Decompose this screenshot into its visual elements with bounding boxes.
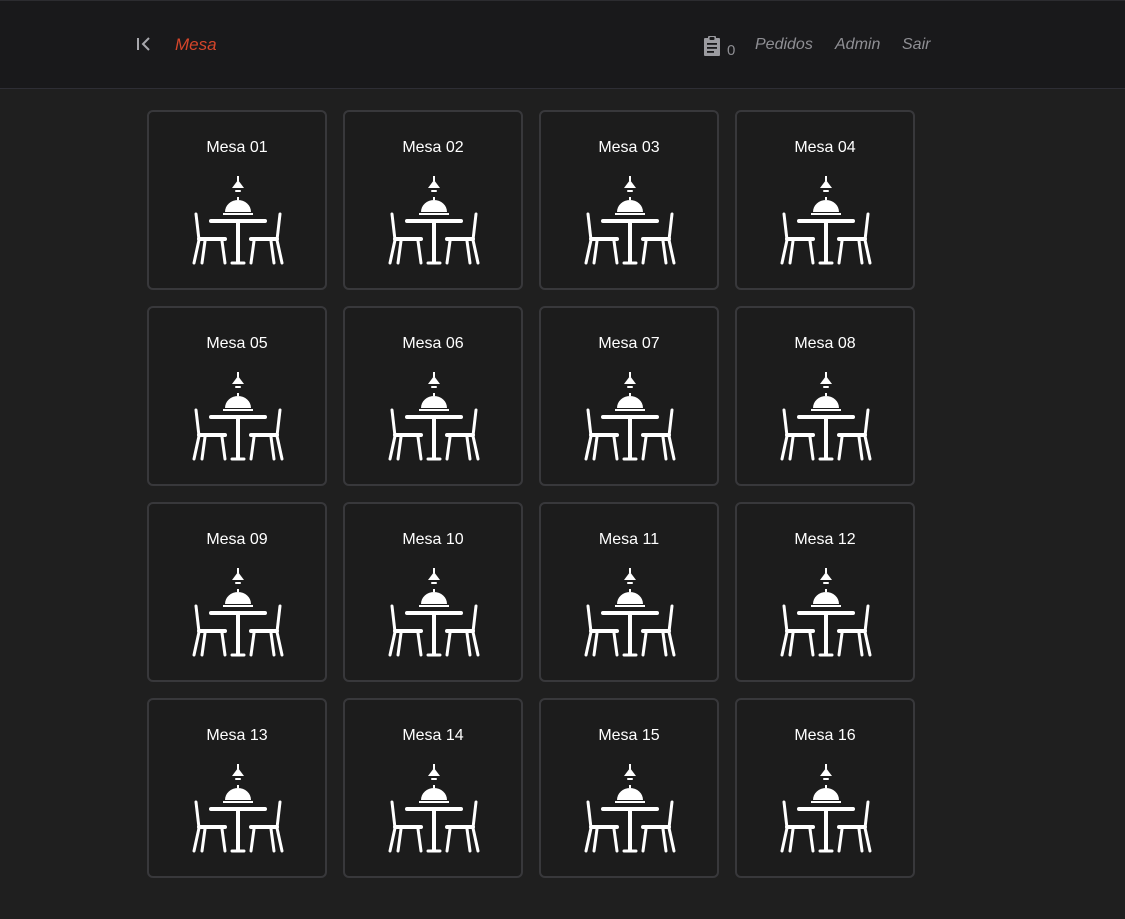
table-label: Mesa 07 [598,335,660,352]
nav-pedidos-link[interactable]: Pedidos [755,35,813,55]
table-label: Mesa 11 [598,531,660,548]
nav-admin-link[interactable]: Admin [835,35,880,55]
dining-table-icon [779,174,873,268]
dining-table-icon [583,566,677,660]
table-label: Mesa 04 [794,139,856,156]
table-label: Mesa 03 [598,139,660,156]
dining-table-icon [387,370,481,464]
table-card-12[interactable]: Mesa 12 [735,502,915,682]
table-label: Mesa 13 [206,727,268,744]
dining-table-icon [583,370,677,464]
table-card-06[interactable]: Mesa 06 [343,306,523,486]
clipboard-icon [700,34,724,58]
dining-table-icon [191,762,285,856]
table-card-07[interactable]: Mesa 07 [539,306,719,486]
table-card-01[interactable]: Mesa 01 [147,110,327,290]
table-label: Mesa 09 [206,531,268,548]
dining-table-icon [387,566,481,660]
table-label: Mesa 15 [598,727,660,744]
dining-table-icon [191,174,285,268]
dining-table-icon [779,370,873,464]
dining-table-icon [583,174,677,268]
table-label: Mesa 16 [794,727,856,744]
dining-table-icon [779,762,873,856]
table-card-15[interactable]: Mesa 15 [539,698,719,878]
table-card-04[interactable]: Mesa 04 [735,110,915,290]
table-label: Mesa 14 [402,727,464,744]
table-label: Mesa 10 [402,531,464,548]
table-card-11[interactable]: Mesa 11 [539,502,719,682]
nav-sair-link[interactable]: Sair [902,35,930,55]
table-label: Mesa 01 [206,139,268,156]
table-card-14[interactable]: Mesa 14 [343,698,523,878]
dining-table-icon [779,566,873,660]
navbar: Mesa 0 Pedidos Admin Sair [0,0,1125,89]
dining-table-icon [191,566,285,660]
table-card-09[interactable]: Mesa 09 [147,502,327,682]
table-card-03[interactable]: Mesa 03 [539,110,719,290]
table-card-05[interactable]: Mesa 05 [147,306,327,486]
table-label: Mesa 06 [402,335,464,352]
table-label: Mesa 12 [794,531,856,548]
table-label: Mesa 05 [206,335,268,352]
table-label: Mesa 08 [794,335,856,352]
dining-table-icon [387,762,481,856]
dining-table-icon [387,174,481,268]
table-card-08[interactable]: Mesa 08 [735,306,915,486]
collapse-left-icon[interactable] [134,34,154,54]
table-card-10[interactable]: Mesa 10 [343,502,523,682]
dining-table-icon [191,370,285,464]
tables-grid: Mesa 01 Mesa 02 Mesa 03 Mesa 04 Mesa 05 … [147,110,915,878]
brand-link[interactable]: Mesa [175,34,217,56]
table-label: Mesa 02 [402,139,464,156]
table-card-13[interactable]: Mesa 13 [147,698,327,878]
table-card-02[interactable]: Mesa 02 [343,110,523,290]
dining-table-icon [583,762,677,856]
orders-count: 0 [727,42,736,59]
table-card-16[interactable]: Mesa 16 [735,698,915,878]
